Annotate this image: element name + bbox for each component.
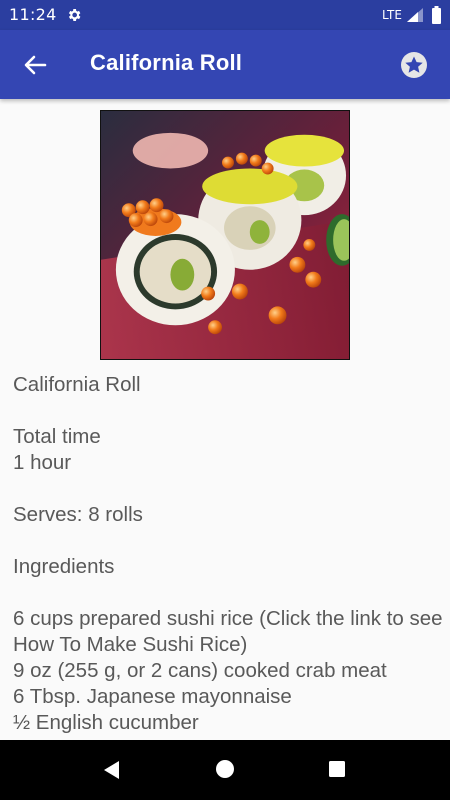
serves-text: Serves: 8 rolls xyxy=(13,503,143,526)
nav-home-icon[interactable] xyxy=(215,759,235,779)
system-nav-bar xyxy=(0,740,450,800)
network-type: LTE xyxy=(382,8,402,22)
battery-icon xyxy=(432,6,441,24)
total-time-label: Total time xyxy=(13,425,101,448)
total-time-value: 1 hour xyxy=(13,451,72,474)
ingredient-item: 9 oz (255 g, or 2 cans) cooked crab meat xyxy=(13,659,387,682)
arrow-back-icon[interactable] xyxy=(14,44,56,86)
signal-icon xyxy=(407,8,423,22)
ingredient-item: 6 Tbsp. Japanese mayonnaise xyxy=(13,685,292,708)
status-bar: 11:24 LTE xyxy=(0,0,450,30)
page-title: California Roll xyxy=(90,50,243,75)
app-bar: California Roll xyxy=(0,30,450,99)
recipe-content[interactable]: California Roll Total time 1 hour Serves… xyxy=(0,100,450,740)
nav-recents-icon[interactable] xyxy=(328,760,346,778)
ingredient-item: ½ English cucumber xyxy=(13,711,199,734)
nav-back-icon[interactable] xyxy=(101,759,123,781)
star-icon[interactable] xyxy=(397,48,431,82)
recipe-name: California Roll xyxy=(13,373,141,396)
status-time: 11:24 xyxy=(9,5,57,24)
ingredient-item: 6 cups prepared sushi rice (Click the li… xyxy=(13,607,443,656)
gear-icon xyxy=(68,9,81,21)
recipe-text: California Roll Total time 1 hour Serves… xyxy=(13,372,443,736)
ingredients-heading: Ingredients xyxy=(13,555,115,578)
recipe-image xyxy=(100,110,350,360)
